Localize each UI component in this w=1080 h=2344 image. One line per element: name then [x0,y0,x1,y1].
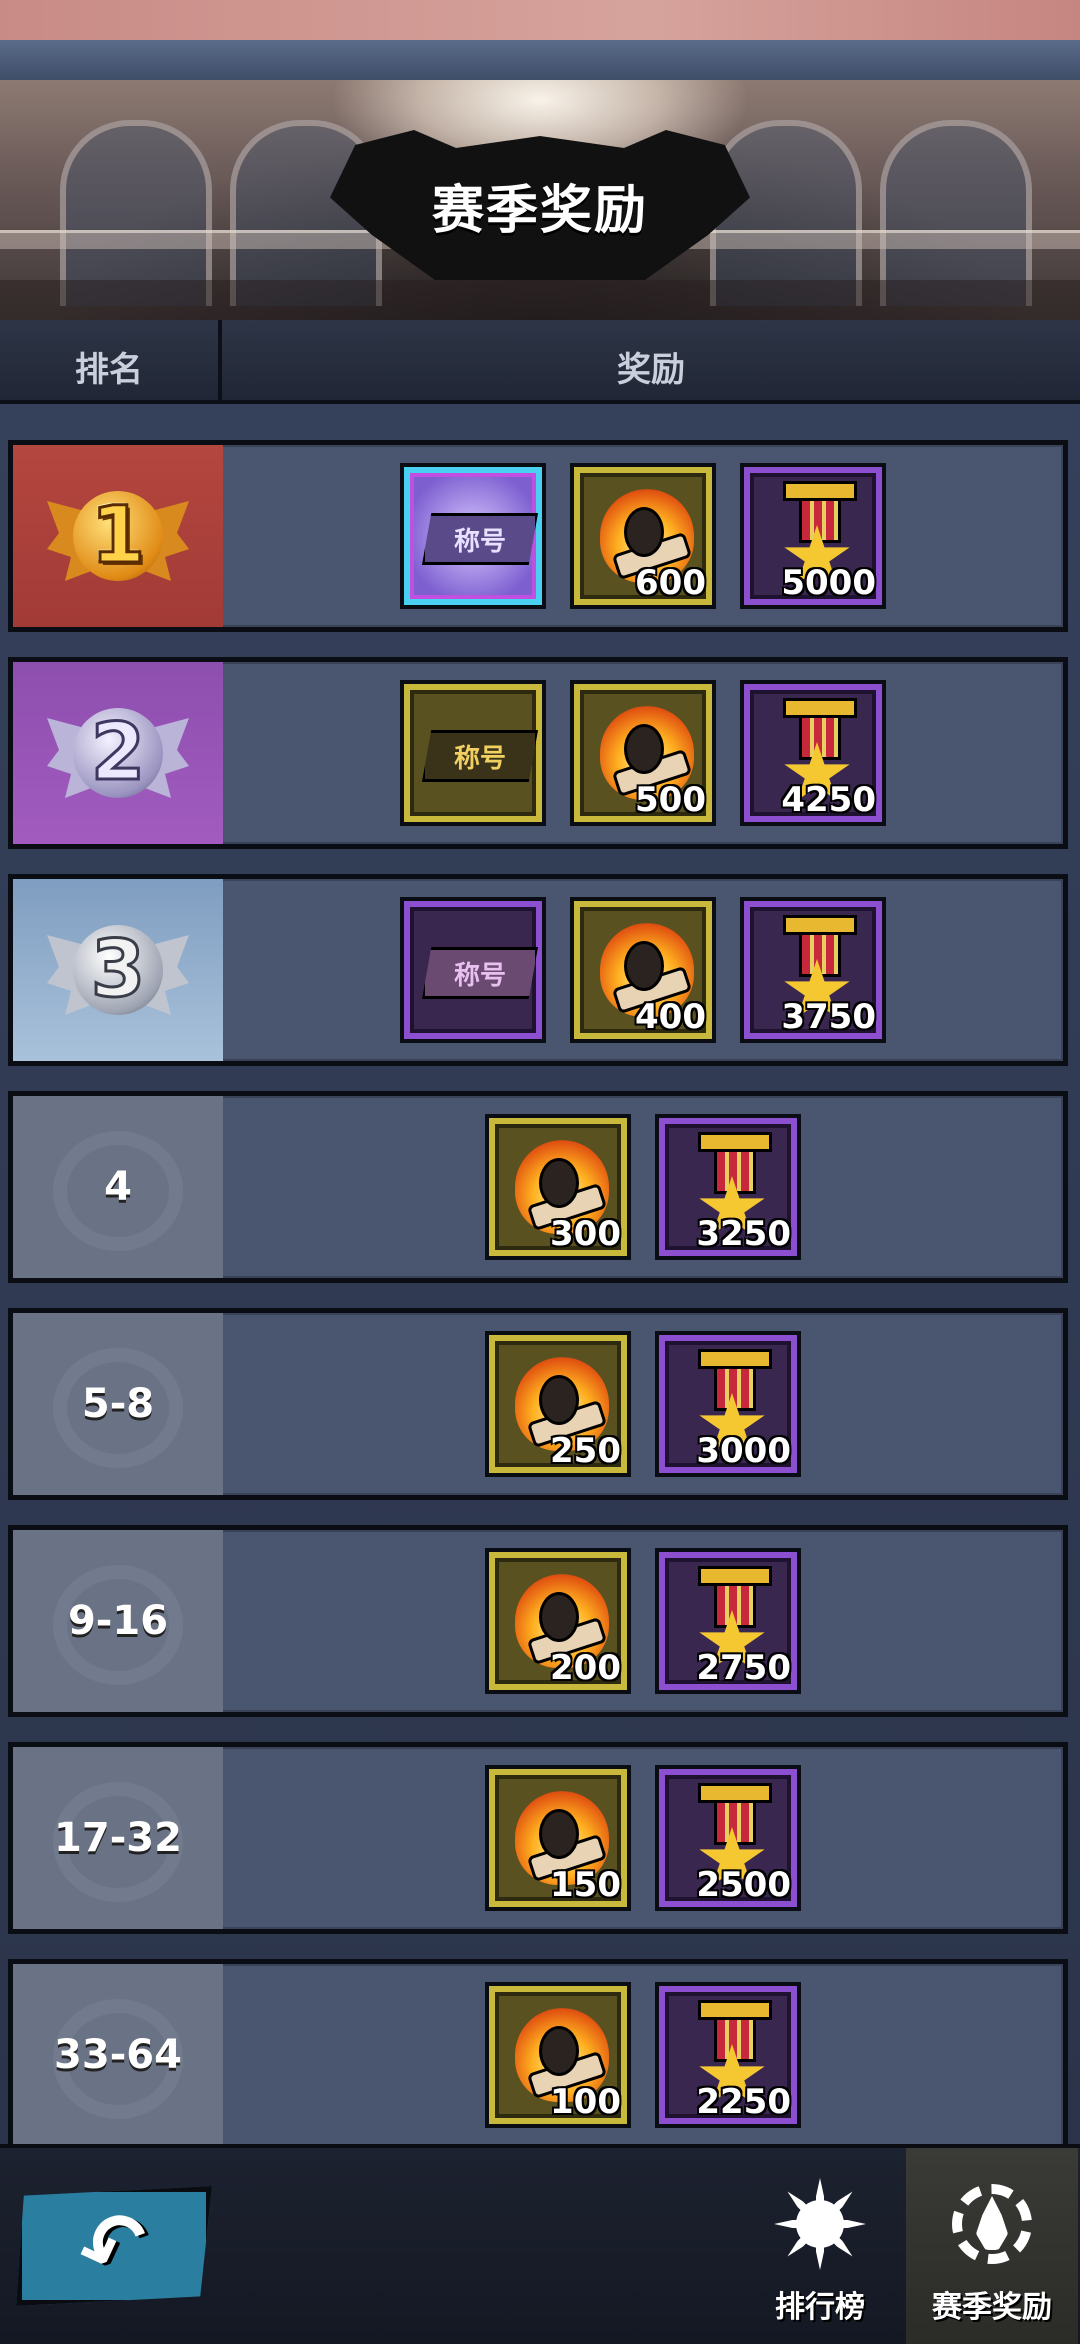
title-badge-icon: 称号 [422,730,538,782]
reward-quantity: 4250 [781,780,876,820]
title-badge-icon: 称号 [422,947,538,999]
rank-cell: 5-8 [13,1313,223,1495]
reward-items: 称号 500 4250 [223,662,1063,844]
reward-row-rank-9-16: 9-16 200 2750 [8,1525,1068,1717]
reward-row-rank-1: 1 称号 600 5000 [8,440,1068,632]
reward-quantity: 3750 [781,997,876,1037]
flaming-fist-reward[interactable]: 400 [570,897,716,1043]
silver-medal-icon: 2 [43,688,193,818]
reward-row-rank-2: 2 称号 500 4250 [8,657,1068,849]
flaming-fist-reward[interactable]: 200 [485,1548,631,1694]
reward-items: 250 3000 [223,1313,1063,1495]
rank-cell: 17-32 [13,1747,223,1929]
reward-items: 称号 600 5000 [223,445,1063,627]
reward-quantity: 3000 [696,1431,791,1471]
reward-list[interactable]: 1 称号 600 5000 2 称号 500 4250 3 称号 400 375… [0,404,1080,2144]
reward-row-rank-5-8: 5-8 250 3000 [8,1308,1068,1500]
reward-row-rank-33-64: 33-64 100 2250 [8,1959,1068,2144]
reward-quantity: 200 [550,1648,621,1688]
star-medal-reward[interactable]: 2250 [655,1982,801,2128]
rank-cell: 9-16 [13,1530,223,1712]
reward-items: 150 2500 [223,1747,1063,1929]
reward-row-rank-17-32: 17-32 150 2500 [8,1742,1068,1934]
star-medal-reward[interactable]: 3250 [655,1114,801,1260]
star-medal-reward[interactable]: 4250 [740,680,886,826]
rank-label: 4 [104,1164,132,1210]
flaming-fist-reward[interactable]: 250 [485,1331,631,1477]
tab-season-rewards[interactable]: 赛季奖励 [906,2148,1078,2344]
page-title: 赛季奖励 [431,181,648,241]
header-band [0,40,1080,80]
star-medal-reward[interactable]: 2500 [655,1765,801,1911]
tab-season-rewards-label: 赛季奖励 [932,2290,1052,2325]
rank-label: 9-16 [67,1598,169,1644]
star-medal-reward[interactable]: 3000 [655,1331,801,1477]
rank-label: 5-8 [81,1381,155,1427]
rank-label: 33-64 [54,2032,182,2078]
reward-quantity: 250 [550,1431,621,1471]
reward-quantity: 600 [635,563,706,603]
reward-quantity: 5000 [781,563,876,603]
star-medal-reward[interactable]: 3750 [740,897,886,1043]
flame-gear-icon [946,2178,1038,2270]
star-medal-reward[interactable]: 5000 [740,463,886,609]
gold-medal-icon: 1 [43,471,193,601]
sun-icon [774,2178,866,2270]
reward-quantity: 400 [635,997,706,1037]
rank-cell: 3 [13,879,223,1061]
column-header: 排名 奖励 [0,320,1080,404]
tab-ranking[interactable]: 排行榜 [734,2148,906,2344]
flaming-fist-reward[interactable]: 300 [485,1114,631,1260]
reward-items: 称号 400 3750 [223,879,1063,1061]
reward-quantity: 3250 [696,1214,791,1254]
rank-cell: 33-64 [13,1964,223,2144]
back-button[interactable]: ↶ [16,2186,212,2306]
column-rank-label: 排名 [75,350,143,390]
reward-items: 200 2750 [223,1530,1063,1712]
bottom-nav-bar: ↶ 排行榜 赛季奖励 [0,2144,1080,2344]
flaming-fist-reward[interactable]: 150 [485,1765,631,1911]
flaming-fist-reward[interactable]: 100 [485,1982,631,2128]
reward-items: 300 3250 [223,1096,1063,1278]
top-banner-strip [0,0,1080,40]
title-badge-reward[interactable]: 称号 [400,680,546,826]
flaming-fist-reward[interactable]: 500 [570,680,716,826]
flaming-fist-reward[interactable]: 600 [570,463,716,609]
reward-quantity: 500 [635,780,706,820]
reward-quantity: 2250 [696,2082,791,2122]
reward-quantity: 2500 [696,1865,791,1905]
reward-quantity: 100 [550,2082,621,2122]
reward-row-rank-4: 4 300 3250 [8,1091,1068,1283]
star-medal-reward[interactable]: 2750 [655,1548,801,1694]
title-badge-reward[interactable]: 称号 [400,463,546,609]
reward-items: 100 2250 [223,1964,1063,2144]
rank-cell: 1 [13,445,223,627]
reward-quantity: 150 [550,1865,621,1905]
rank-cell: 2 [13,662,223,844]
bronze-silver-medal-icon: 3 [43,905,193,1035]
tab-ranking-label: 排行榜 [775,2290,865,2325]
title-badge-icon: 称号 [422,513,538,565]
column-reward-label: 奖励 [617,350,685,390]
title-badge-reward[interactable]: 称号 [400,897,546,1043]
back-arrow-icon: ↶ [64,2187,164,2305]
reward-quantity: 300 [550,1214,621,1254]
rank-cell: 4 [13,1096,223,1278]
reward-row-rank-3: 3 称号 400 3750 [8,874,1068,1066]
reward-quantity: 2750 [696,1648,791,1688]
rank-label: 17-32 [54,1815,182,1861]
